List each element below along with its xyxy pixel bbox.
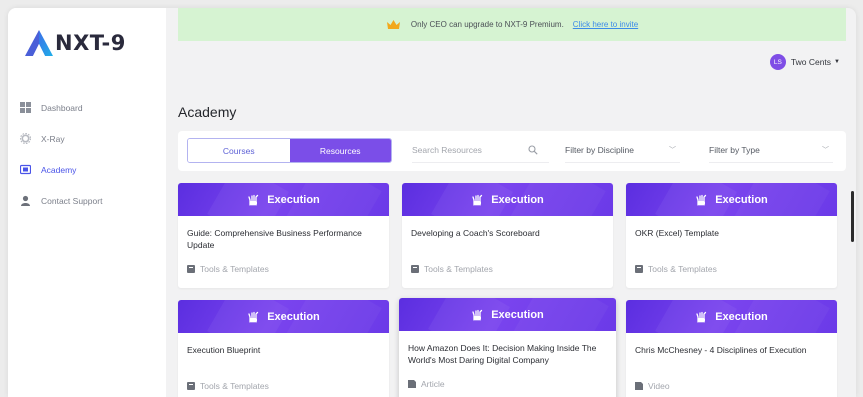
card-type: Tools & Templates: [402, 264, 613, 274]
page-title: Academy: [178, 104, 237, 120]
discipline-filter-label: Filter by Discipline: [565, 145, 634, 155]
video-icon: [635, 382, 643, 390]
main-content: Only CEO can upgrade to NXT-9 Premium. C…: [166, 8, 856, 397]
execution-hand-icon: [247, 194, 259, 206]
crown-icon: [386, 19, 401, 30]
logo[interactable]: NXT-9: [24, 26, 126, 60]
type-filter-label: Filter by Type: [709, 145, 760, 155]
article-icon: [408, 380, 416, 388]
card-category: Execution: [715, 310, 768, 323]
card-category: Execution: [715, 193, 768, 206]
avatar: LS: [769, 54, 786, 70]
user-menu[interactable]: LS Two Cents ▼: [769, 54, 840, 70]
support-icon: [20, 195, 31, 206]
sidebar-item-label: Contact Support: [41, 195, 103, 206]
card-type-label: Tools & Templates: [200, 381, 269, 391]
execution-hand-icon: [695, 194, 707, 206]
card-category: Execution: [267, 310, 320, 323]
card-category: Execution: [267, 193, 320, 206]
sidebar: NXT-9 Dashboard X-Ray Academy Contact Su…: [8, 8, 166, 397]
academy-icon: [20, 164, 31, 175]
filter-bar: Courses Resources Filter by Discipline ﹀…: [178, 131, 846, 171]
card-header: Execution: [626, 183, 837, 216]
execution-hand-icon: [247, 311, 259, 323]
resource-card[interactable]: Execution Execution Blueprint Tools & Te…: [178, 300, 389, 397]
card-type: Tools & Templates: [178, 381, 389, 391]
template-icon: [187, 265, 195, 273]
template-icon: [187, 382, 195, 390]
template-icon: [635, 265, 643, 273]
logo-mark-icon: [25, 30, 53, 56]
card-title: OKR (Excel) Template: [635, 228, 719, 238]
grid-icon: [20, 102, 31, 113]
sidebar-item-x-ray[interactable]: X-Ray: [8, 123, 166, 154]
card-header: Execution: [402, 183, 613, 216]
card-type: Tools & Templates: [626, 264, 837, 274]
card-title: Guide: Comprehensive Business Performanc…: [187, 228, 362, 250]
caret-down-icon: ▼: [834, 59, 840, 65]
sidebar-nav: Dashboard X-Ray Academy Contact Support: [8, 92, 166, 216]
card-type-label: Video: [648, 381, 670, 391]
sidebar-item-academy[interactable]: Academy: [8, 154, 166, 185]
invite-link[interactable]: Click here to invite: [573, 20, 638, 29]
execution-hand-icon: [471, 194, 483, 206]
scrollbar-thumb[interactable]: [851, 191, 854, 242]
card-header: Execution: [626, 300, 837, 333]
execution-hand-icon: [695, 311, 707, 323]
card-category: Execution: [491, 308, 544, 321]
sidebar-item-dashboard[interactable]: Dashboard: [8, 92, 166, 123]
search-box: [412, 138, 549, 163]
card-type: Article: [399, 379, 616, 389]
card-title: Developing a Coach's Scoreboard: [411, 228, 540, 238]
card-title: Chris McChesney - 4 Disciplines of Execu…: [635, 345, 807, 355]
search-icon[interactable]: [528, 145, 538, 155]
upgrade-banner: Only CEO can upgrade to NXT-9 Premium. C…: [178, 8, 846, 41]
card-type: Tools & Templates: [178, 264, 389, 274]
gear-icon: [20, 133, 31, 144]
card-type: Video: [626, 381, 837, 391]
sidebar-item-label: Academy: [41, 164, 77, 175]
sidebar-item-contact-support[interactable]: Contact Support: [8, 185, 166, 216]
execution-hand-icon: [471, 309, 483, 321]
card-header: Execution: [178, 183, 389, 216]
search-input[interactable]: [412, 145, 522, 155]
content-type-toggle: Courses Resources: [187, 138, 392, 163]
user-name: Two Cents: [790, 57, 832, 67]
card-header: Execution: [399, 298, 616, 331]
logo-text: NXT-9: [55, 31, 126, 55]
chevron-down-icon: ﹀: [669, 147, 676, 154]
template-icon: [411, 265, 419, 273]
tab-resources[interactable]: Resources: [289, 139, 391, 162]
resource-card[interactable]: Execution Chris McChesney - 4 Discipline…: [626, 300, 837, 397]
card-type-label: Tools & Templates: [200, 264, 269, 274]
sidebar-item-label: X-Ray: [41, 133, 65, 144]
card-type-label: Tools & Templates: [424, 264, 493, 274]
card-type-label: Article: [421, 379, 445, 389]
resource-card[interactable]: Execution How Amazon Does It: Decision M…: [399, 298, 616, 397]
card-type-label: Tools & Templates: [648, 264, 717, 274]
card-header: Execution: [178, 300, 389, 333]
app-window: NXT-9 Dashboard X-Ray Academy Contact Su…: [8, 8, 856, 397]
chevron-down-icon: ﹀: [822, 147, 829, 154]
sidebar-item-label: Dashboard: [41, 102, 83, 113]
type-filter-select[interactable]: Filter by Type ﹀: [709, 138, 833, 163]
banner-text: Only CEO can upgrade to NXT-9 Premium.: [410, 20, 564, 29]
tab-courses[interactable]: Courses: [188, 139, 290, 162]
resource-card[interactable]: Execution OKR (Excel) Template Tools & T…: [626, 183, 837, 288]
card-title: How Amazon Does It: Decision Making Insi…: [408, 343, 597, 365]
resource-card[interactable]: Execution Guide: Comprehensive Business …: [178, 183, 389, 288]
resource-card[interactable]: Execution Developing a Coach's Scoreboar…: [402, 183, 613, 288]
card-category: Execution: [491, 193, 544, 206]
card-title: Execution Blueprint: [187, 345, 261, 355]
discipline-filter-select[interactable]: Filter by Discipline ﹀: [565, 138, 680, 163]
